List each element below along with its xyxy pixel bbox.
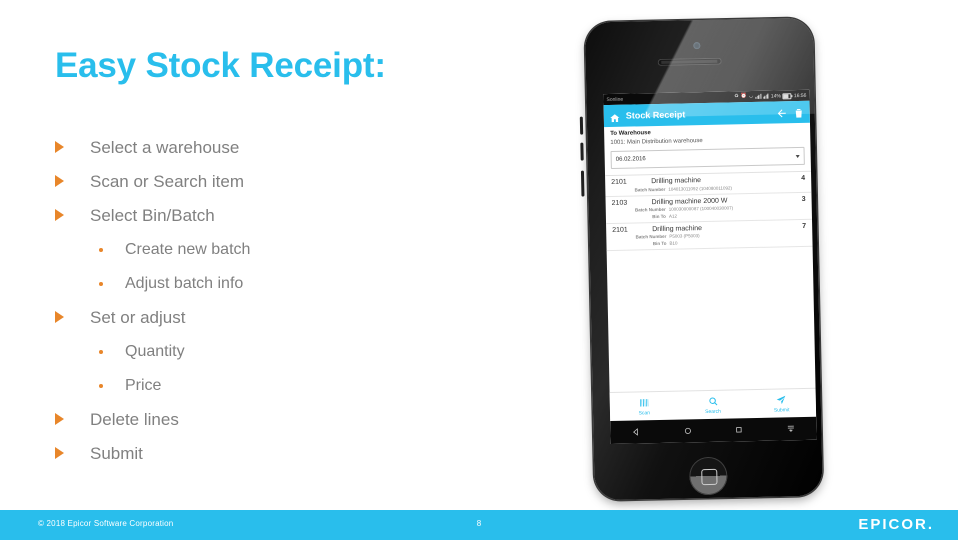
- tab-search[interactable]: Search: [678, 394, 747, 415]
- battery-percent-label: 14%: [770, 92, 781, 100]
- receipt-lines-list: 2101 Drilling machine 4 Batch Number 1040130…: [605, 170, 813, 251]
- line-code: 2103: [611, 199, 628, 207]
- warehouse-form: To Warehouse 1001: Main Distribution war…: [604, 123, 811, 169]
- wifi-icon: ◡: [748, 92, 754, 100]
- earpiece-speaker: [657, 57, 722, 66]
- home-square-icon: [701, 468, 718, 486]
- bullet-text: Select Bin/Batch: [90, 206, 215, 225]
- warehouse-label: To Warehouse: [610, 130, 651, 137]
- volume-up-button: [579, 116, 584, 135]
- bullet-item-level2: Quantity: [55, 336, 525, 370]
- signal-icon: [755, 93, 762, 99]
- line-code: 2101: [611, 178, 627, 186]
- bullet-item-level1: Set or adjust: [55, 302, 525, 336]
- triangle-bullet-icon: [55, 141, 64, 153]
- line-qty: 4: [801, 174, 806, 182]
- phone-mockup: Sonline ♻ ⏰ ◡ 14% 16:56 Stock Receipt To…: [579, 15, 833, 520]
- back-arrow-icon[interactable]: [776, 106, 788, 118]
- android-nav-bar: [610, 416, 817, 445]
- bullet-text: Adjust batch info: [125, 275, 244, 292]
- power-button: [580, 170, 585, 197]
- bullet-item-level1: Select a warehouse: [55, 132, 525, 166]
- hide-keyboard-nav-icon[interactable]: [786, 424, 795, 433]
- receipt-line-row[interactable]: 2103 Drilling machine 2000 W 3 Batch Number…: [605, 192, 813, 224]
- app-title: Stock Receipt: [625, 109, 686, 121]
- bullet-item-level1: Select Bin/Batch: [55, 200, 525, 234]
- line-detail-label: Batch Number: [634, 186, 666, 192]
- bullet-item-level1: Scan or Search item: [55, 166, 525, 200]
- search-icon: [678, 394, 747, 407]
- line-code: 2101: [612, 226, 628, 234]
- app-tab-bar: Scan Search Submit: [609, 387, 817, 422]
- warehouse-value[interactable]: 1001: Main Distribution warehouse: [610, 136, 804, 146]
- bullet-item-level2: Adjust batch info: [55, 268, 525, 302]
- bullet-text: Select a warehouse: [90, 138, 240, 157]
- tab-scan[interactable]: Scan: [610, 396, 679, 417]
- dot-bullet-icon: [99, 248, 103, 252]
- send-icon: [747, 393, 816, 406]
- receipt-line-row[interactable]: 2101 Drilling machine 7 Batch Number P5003 (…: [606, 219, 813, 251]
- home-icon[interactable]: [609, 110, 621, 122]
- bullet-item-level2: Create new batch: [55, 234, 525, 268]
- home-hardware-button[interactable]: [688, 456, 728, 496]
- bullet-list: Select a warehouse Scan or Search item Sel…: [55, 132, 525, 472]
- dot-bullet-icon: [99, 384, 103, 388]
- dot-bullet-icon: [99, 282, 103, 286]
- line-qty: 3: [801, 195, 806, 203]
- bullet-text: Delete lines: [90, 410, 179, 429]
- carrier-label: Sonline: [606, 96, 624, 103]
- signal2-icon: [763, 93, 769, 99]
- chevron-down-icon: [795, 154, 800, 158]
- line-detail-label: Bin To: [652, 213, 666, 219]
- bullet-item-level2: Price: [55, 370, 525, 404]
- line-detail-label: Bin To: [652, 240, 667, 246]
- barcode-icon: [610, 396, 679, 409]
- volume-down-button: [580, 142, 584, 161]
- bullet-text: Set or adjust: [90, 308, 186, 327]
- recents-nav-icon[interactable]: [735, 425, 744, 434]
- bullet-text: Create new batch: [125, 241, 251, 258]
- bullet-text: Scan or Search item: [90, 172, 245, 191]
- sync-icon: ♻: [734, 93, 739, 100]
- phone-screen: Sonline ♻ ⏰ ◡ 14% 16:56 Stock Receipt To…: [603, 89, 817, 445]
- triangle-bullet-icon: [55, 311, 64, 323]
- tab-label: Search: [705, 408, 721, 415]
- line-detail-label: Batch Number: [635, 233, 667, 240]
- line-detail-value: A12: [668, 213, 677, 219]
- triangle-bullet-icon: [55, 175, 64, 187]
- line-detail-label: Batch Number: [634, 206, 666, 213]
- front-camera-icon: [693, 42, 701, 50]
- clock-label: 16:56: [793, 92, 807, 99]
- triangle-bullet-icon: [55, 413, 64, 425]
- triangle-bullet-icon: [55, 447, 64, 459]
- epicor-logo: EPICOR.: [858, 516, 934, 533]
- battery-icon: [782, 92, 792, 99]
- page-number: 8: [476, 519, 482, 528]
- tab-label: Submit: [773, 407, 790, 414]
- back-nav-icon[interactable]: [632, 427, 641, 436]
- tab-submit[interactable]: Submit: [747, 393, 816, 414]
- bullet-item-level1: Submit: [55, 438, 525, 472]
- bullet-text: Quantity: [125, 343, 185, 360]
- line-detail-value: 104013011092 (104080011092): [668, 184, 733, 192]
- page-title: Easy Stock Receipt:: [55, 46, 386, 85]
- home-nav-icon[interactable]: [683, 426, 692, 435]
- slide-footer: © 2018 Epicor Software Corporation 8 EPI…: [0, 510, 958, 540]
- alarm-icon: ⏰: [740, 93, 748, 100]
- date-value: 06.02.2016: [615, 156, 646, 163]
- line-detail-value: B10: [669, 240, 678, 246]
- slide: Easy Stock Receipt: Select a warehouse Sc…: [0, 0, 958, 540]
- line-qty: 7: [802, 222, 807, 230]
- tab-label: Scan: [638, 409, 651, 417]
- dot-bullet-icon: [99, 350, 103, 354]
- triangle-bullet-icon: [55, 209, 64, 221]
- phone-body: Sonline ♻ ⏰ ◡ 14% 16:56 Stock Receipt To…: [584, 17, 823, 501]
- bullet-text: Submit: [90, 444, 143, 463]
- bullet-text: Price: [125, 377, 162, 394]
- delete-trash-icon[interactable]: [793, 106, 805, 118]
- date-select[interactable]: 06.02.2016: [610, 146, 805, 169]
- bullet-item-level1: Delete lines: [55, 404, 525, 438]
